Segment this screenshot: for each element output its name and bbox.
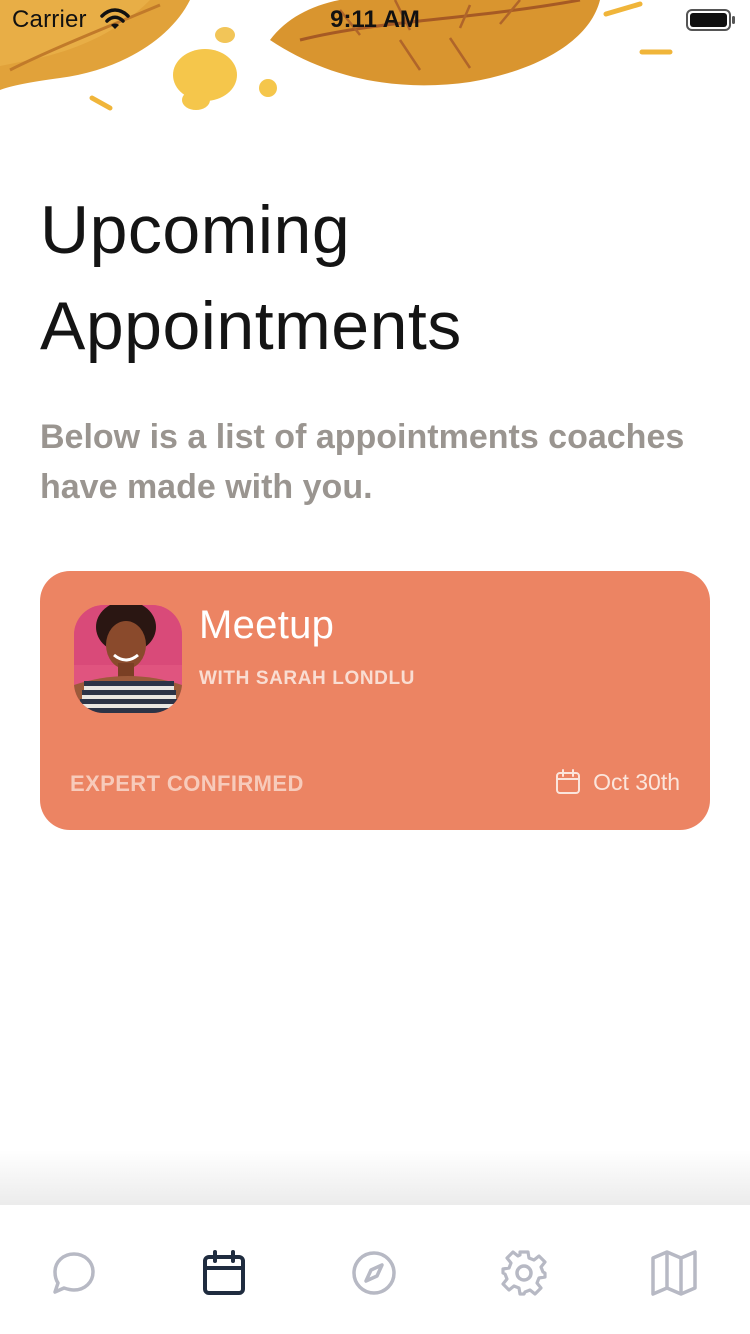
tab-chat[interactable] bbox=[46, 1245, 102, 1301]
tab-settings[interactable] bbox=[496, 1245, 552, 1301]
appointment-date-label: Oct 30th bbox=[593, 768, 680, 795]
tab-explore[interactable] bbox=[346, 1245, 402, 1301]
page-subtitle: Below is a list of appointments coaches … bbox=[40, 418, 685, 506]
appointment-status: EXPERT CONFIRMED bbox=[70, 771, 304, 796]
chat-bubble-icon bbox=[53, 1252, 95, 1294]
tab-calendar[interactable] bbox=[196, 1245, 252, 1301]
appointment-coach: WITH SARAH LONDLU bbox=[199, 668, 416, 689]
gear-icon bbox=[501, 1250, 547, 1296]
appointment-card[interactable]: Meetup WITH SARAH LONDLU EXPERT CONFIRME… bbox=[40, 571, 710, 830]
calendar-icon bbox=[203, 1250, 245, 1295]
compass-icon bbox=[352, 1251, 396, 1295]
appointments-screen: Carrier 9:11 AM Upcoming Appointments Be… bbox=[0, 0, 750, 1334]
map-icon bbox=[651, 1250, 697, 1296]
page-title: Upcoming Appointments bbox=[40, 192, 462, 364]
status-time: 9:11 AM bbox=[330, 6, 420, 33]
tab-bar bbox=[0, 1204, 750, 1334]
avatar bbox=[74, 605, 182, 713]
battery-icon bbox=[686, 9, 735, 31]
tab-bar-shadow bbox=[0, 1150, 750, 1204]
status-bar: Carrier 9:11 AM bbox=[0, 0, 750, 40]
calendar-icon bbox=[556, 769, 581, 794]
appointment-title: Meetup bbox=[199, 603, 335, 647]
tab-map[interactable] bbox=[646, 1245, 702, 1301]
appointment-date: Oct 30th bbox=[555, 767, 680, 797]
